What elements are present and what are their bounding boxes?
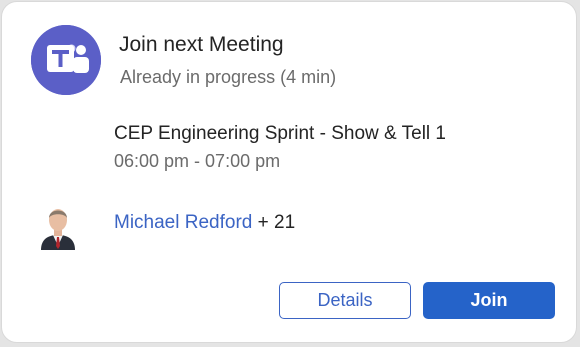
other-attendees-count: + 21 xyxy=(252,212,296,233)
notification-subtitle: Already in progress (4 min) xyxy=(120,67,337,87)
microsoft-teams-icon xyxy=(31,25,101,95)
organizer-name-link[interactable]: Michael Redford xyxy=(114,212,252,233)
attendees-line: Michael Redford + 21 xyxy=(114,212,295,234)
notification-title: Join next Meeting xyxy=(119,33,284,56)
join-button[interactable]: Join xyxy=(423,282,555,319)
meeting-notification-card: Join next Meeting Already in progress (4… xyxy=(1,1,577,343)
meeting-title: CEP Engineering Sprint - Show & Tell 1 xyxy=(114,123,446,144)
organizer-avatar xyxy=(37,202,79,250)
details-button[interactable]: Details xyxy=(279,282,411,319)
meeting-time: 06:00 pm - 07:00 pm xyxy=(114,151,281,171)
